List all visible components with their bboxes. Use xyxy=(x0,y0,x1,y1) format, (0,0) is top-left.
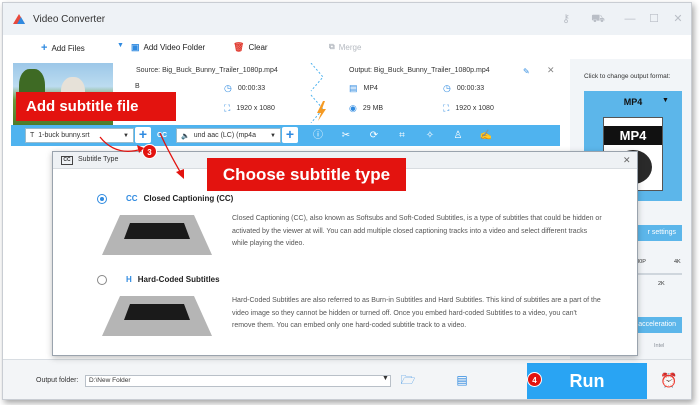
add-files-dropdown[interactable]: ▼ xyxy=(117,42,124,49)
run-button[interactable]: Run xyxy=(527,363,647,399)
add-files-label: Add Files xyxy=(51,43,85,53)
cc-radio[interactable] xyxy=(97,194,107,204)
effects-icon[interactable]: ✧ xyxy=(423,129,437,143)
text-icon: T xyxy=(30,132,35,139)
add-files-button[interactable]: + Add Files xyxy=(41,42,85,54)
out-format-value: MP4 xyxy=(363,85,378,92)
cc-option-label: Closed Captioning (CC) xyxy=(143,194,234,203)
merge-label: Merge xyxy=(338,42,362,52)
maximize-icon[interactable]: ☐ xyxy=(647,12,661,26)
resolution-icon: ⛶ xyxy=(443,103,450,113)
chevron-down-icon: ▼ xyxy=(117,42,124,49)
clock-icon: ◷ xyxy=(443,83,451,93)
out-format: ▤ MP4 xyxy=(349,83,378,94)
crop-icon[interactable]: ⌗ xyxy=(395,129,409,143)
hardcoded-option-title[interactable]: H Hard-Coded Subtitles xyxy=(126,275,220,284)
clear-button[interactable]: 🗑 Clear xyxy=(233,42,268,53)
source-filename: Source: Big_Buck_Bunny_Trailer_1080p.mp4 xyxy=(136,67,278,74)
rotate-icon[interactable]: ⟳ xyxy=(367,129,381,143)
cc-option-icon: CC xyxy=(126,194,138,203)
app-logo-icon xyxy=(13,14,25,24)
info-icon[interactable]: ⓘ xyxy=(311,129,325,143)
close-icon[interactable]: ✕ xyxy=(671,12,685,26)
open-folder-icon[interactable]: 🗁 xyxy=(400,372,416,388)
minimize-icon[interactable]: — xyxy=(623,12,637,26)
output-folder-input[interactable]: D:\New Folder xyxy=(85,375,391,387)
remove-file-icon[interactable]: ✕ xyxy=(547,65,555,76)
hardcoded-option-icon: H xyxy=(126,275,132,284)
hardcoded-radio[interactable] xyxy=(97,275,107,285)
output-format-hint: Click to change output format: xyxy=(584,73,671,80)
dialog-close-icon[interactable]: ✕ xyxy=(623,155,631,166)
convert-arrow-icon xyxy=(310,63,326,123)
hardcoded-option-label: Hard-Coded Subtitles xyxy=(137,275,220,284)
out-resolution-value: 1920 x 1080 xyxy=(455,105,494,112)
add-video-folder-button[interactable]: ▣ Add Video Folder xyxy=(131,42,205,53)
src-resolution-value: 1920 x 1080 xyxy=(236,105,275,112)
toolbar: + Add Files ▼ ▣ Add Video Folder 🗑 Clear… xyxy=(3,37,568,59)
output-filename: Output: Big_Buck_Bunny_Trailer_1080p.mp4 xyxy=(349,67,490,74)
resolution-icon: ⛶ xyxy=(224,103,231,113)
watermark-icon[interactable]: ♙ xyxy=(451,129,465,143)
clear-label: Clear xyxy=(248,43,268,52)
out-size-value: 29 MB xyxy=(362,105,384,112)
hardcoded-option-description: Hard-Coded Subtitles are also referred t… xyxy=(232,297,601,330)
alarm-clock-icon[interactable]: ⏰ xyxy=(660,372,677,388)
out-duration-value: 00:00:33 xyxy=(456,85,485,92)
clock-icon: ◷ xyxy=(224,83,232,93)
choose-type-callout: Choose subtitle type xyxy=(207,158,406,191)
out-duration: ◷ 00:00:33 xyxy=(443,83,484,94)
src-size-value: B xyxy=(135,83,140,90)
subtitle-select-value: 1-buck bunny.srt xyxy=(38,132,90,139)
edit-name-icon[interactable]: ✎ xyxy=(523,67,530,76)
format-icon: ▤ xyxy=(349,83,358,93)
chevron-down-icon: ▼ xyxy=(270,132,276,139)
title-bar: Video Converter ⚷ ⛟ — ☐ ✕ xyxy=(3,3,691,35)
app-window: Video Converter ⚷ ⛟ — ☐ ✕ + Add Files ▼ … xyxy=(2,2,692,400)
step-4-badge: 4 xyxy=(527,372,542,387)
key-icon[interactable]: ⚷ xyxy=(559,12,573,26)
quality-label-mid: 2K xyxy=(658,281,665,287)
add-audio-button[interactable]: + xyxy=(282,127,298,143)
src-duration-value: 00:00:33 xyxy=(237,85,266,92)
src-duration: ◷ 00:00:33 xyxy=(224,83,265,94)
output-files-icon[interactable]: ▤ xyxy=(454,372,470,388)
cc-option-title[interactable]: CC Closed Captioning (CC) xyxy=(126,194,233,203)
annotation-arrows xyxy=(99,132,184,179)
trash-icon: 🗑 xyxy=(233,42,245,52)
src-size: B xyxy=(135,83,140,90)
cut-icon[interactable]: ✂ xyxy=(339,129,353,143)
cart-icon[interactable]: ⛟ xyxy=(591,12,605,26)
merge-icon: ⧉ xyxy=(329,42,335,51)
chevron-down-icon[interactable]: ▼ xyxy=(382,375,389,382)
app-title: Video Converter xyxy=(33,14,106,25)
merge-button[interactable]: ⧉ Merge xyxy=(329,42,361,52)
add-video-folder-label: Add Video Folder xyxy=(143,43,206,52)
storage-icon: ◉ xyxy=(349,103,357,113)
edit-bar: T 1-buck bunny.srt ▼ + CC 🔈 und aac (LC)… xyxy=(11,125,560,146)
folder-plus-icon: ▣ xyxy=(131,42,140,52)
bottom-bar: Output folder: D:\New Folder ▼ 🗁 ▤ Run ⏰ xyxy=(3,359,691,399)
subtitle-edit-icon[interactable]: ✍ xyxy=(479,129,493,143)
cc-option-description: Closed Captioning (CC), also known as So… xyxy=(232,215,602,248)
quality-label-high: 4K xyxy=(674,259,681,265)
mp4-icon-label: MP4 xyxy=(604,126,662,145)
chevron-down-icon: ▼ xyxy=(662,97,669,104)
intel-badge: Intel xyxy=(654,343,665,349)
audio-select-value: und aac (LC) (mp4a xyxy=(193,132,256,139)
plus-icon: + xyxy=(41,42,48,54)
out-resolution: ⛶ 1920 x 1080 xyxy=(443,103,494,114)
add-subtitle-callout: Add subtitle file xyxy=(16,92,176,121)
src-resolution: ⛶ 1920 x 1080 xyxy=(224,103,275,114)
out-size: ◉ 29 MB xyxy=(349,103,383,114)
hardcoded-screen-graphic xyxy=(102,296,212,336)
output-folder-label: Output folder: xyxy=(36,377,79,384)
cc-icon: CC xyxy=(61,156,73,165)
cc-screen-graphic xyxy=(102,215,212,255)
